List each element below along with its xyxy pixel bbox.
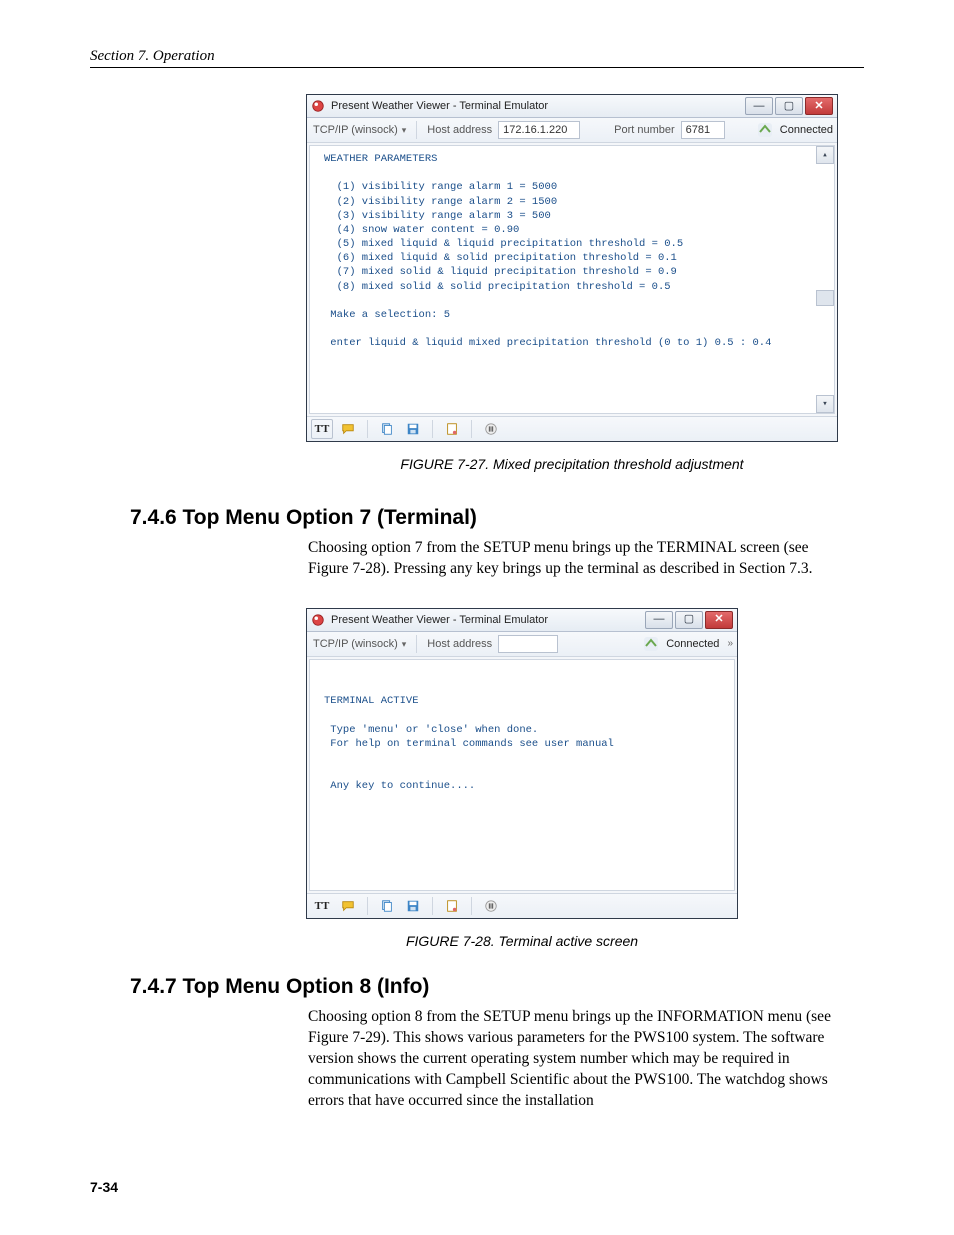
connection-toolbar: TCP/IP (winsock) Host address Connected … (307, 632, 737, 657)
save-icon[interactable] (402, 419, 424, 439)
maximize-button[interactable]: ▢ (675, 611, 703, 629)
text-mode-button[interactable]: TT (311, 896, 333, 916)
connection-status-text: Connected (780, 124, 833, 136)
minimize-button[interactable]: — (745, 97, 773, 115)
host-address-input[interactable] (498, 635, 558, 653)
port-number-input[interactable]: 6781 (681, 121, 725, 139)
figure-27-caption: FIGURE 7-27. Mixed precipitation thresho… (306, 456, 838, 472)
toolbar-separator (432, 897, 433, 915)
toolbar-separator (367, 897, 368, 915)
toolbar-separator (367, 420, 368, 438)
save-icon[interactable] (402, 896, 424, 916)
window-title: Present Weather Viewer - Terminal Emulat… (331, 614, 643, 626)
bottom-toolbar: TT (307, 416, 837, 441)
titlebar: Present Weather Viewer - Terminal Emulat… (307, 609, 737, 632)
toolbar-separator (432, 420, 433, 438)
copy-icon[interactable] (376, 419, 398, 439)
window-title: Present Weather Viewer - Terminal Emulat… (331, 100, 743, 112)
titlebar: Present Weather Viewer - Terminal Emulat… (307, 95, 837, 118)
scroll-up-button[interactable]: ▴ (816, 146, 834, 164)
connection-status-icon (758, 123, 772, 137)
close-button[interactable]: ✕ (705, 611, 733, 629)
terminal-emulator-window-2: Present Weather Viewer - Terminal Emulat… (306, 608, 738, 919)
pause-icon[interactable] (480, 419, 502, 439)
connection-status-text: Connected (666, 638, 719, 650)
section-7-4-7-paragraph: Choosing option 8 from the SETUP menu br… (308, 1007, 848, 1112)
toolbar-separator (416, 635, 417, 653)
toolbar-separator (471, 897, 472, 915)
section-7-4-7-heading: 7.4.7 Top Menu Option 8 (Info) (130, 975, 864, 999)
page-number: 7-34 (90, 1179, 118, 1195)
close-button[interactable]: ✕ (805, 97, 833, 115)
chat-icon[interactable] (337, 419, 359, 439)
port-number-label: Port number (612, 124, 677, 136)
host-address-label: Host address (425, 638, 494, 650)
terminal-output[interactable]: TERMINAL ACTIVE Type 'menu' or 'close' w… (309, 659, 735, 891)
section-7-4-6-heading: 7.4.6 Top Menu Option 7 (Terminal) (130, 506, 864, 530)
connection-type-dropdown[interactable]: TCP/IP (winsock) (311, 124, 408, 136)
connection-status-icon (644, 637, 658, 651)
page-icon[interactable] (441, 896, 463, 916)
copy-icon[interactable] (376, 896, 398, 916)
section-7-4-6-paragraph: Choosing option 7 from the SETUP menu br… (308, 538, 848, 580)
text-mode-button[interactable]: TT (311, 419, 333, 439)
app-icon (311, 613, 325, 627)
pause-icon[interactable] (480, 896, 502, 916)
host-address-input[interactable]: 172.16.1.220 (498, 121, 580, 139)
toolbar-separator (471, 420, 472, 438)
host-address-label: Host address (425, 124, 494, 136)
toolbar-separator (416, 121, 417, 139)
scroll-thumb[interactable] (816, 290, 834, 306)
connection-toolbar: TCP/IP (winsock) Host address 172.16.1.2… (307, 118, 837, 143)
chat-icon[interactable] (337, 896, 359, 916)
maximize-button[interactable]: ▢ (775, 97, 803, 115)
toolbar-overflow-icon[interactable]: » (723, 638, 733, 649)
page-icon[interactable] (441, 419, 463, 439)
bottom-toolbar: TT (307, 893, 737, 918)
minimize-button[interactable]: — (645, 611, 673, 629)
connection-type-dropdown[interactable]: TCP/IP (winsock) (311, 638, 408, 650)
terminal-emulator-window-1: Present Weather Viewer - Terminal Emulat… (306, 94, 838, 442)
app-icon (311, 99, 325, 113)
figure-28-caption: FIGURE 7-28. Terminal active screen (306, 933, 738, 949)
scroll-down-button[interactable]: ▾ (816, 395, 834, 413)
running-header: Section 7. Operation (90, 48, 864, 68)
terminal-output[interactable]: WEATHER PARAMETERS (1) visibility range … (309, 145, 835, 414)
